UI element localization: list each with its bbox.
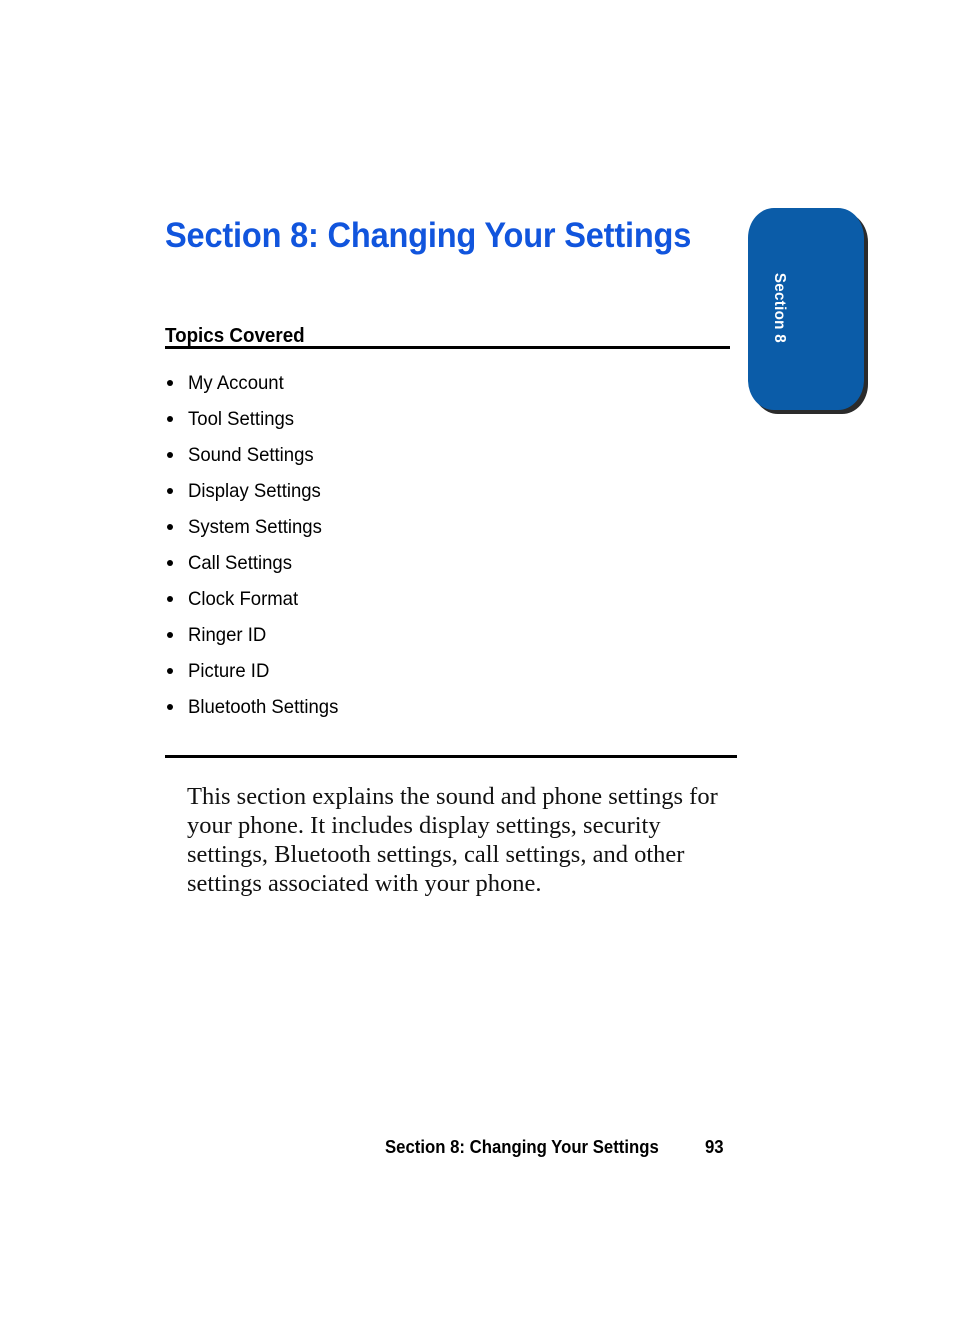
list-item: Display Settings bbox=[165, 478, 725, 514]
intro-paragraph: This section explains the sound and phon… bbox=[187, 783, 718, 897]
bullet-icon bbox=[167, 488, 173, 494]
list-item-label: Ringer ID bbox=[188, 624, 267, 646]
bullet-icon bbox=[167, 704, 173, 710]
list-item: Bluetooth Settings bbox=[165, 694, 725, 730]
topics-covered-list: My Account Tool Settings Sound Settings … bbox=[165, 370, 725, 730]
bullet-icon bbox=[167, 524, 173, 530]
list-item-label: Call Settings bbox=[188, 552, 292, 574]
list-item: System Settings bbox=[165, 514, 725, 550]
bullet-icon bbox=[167, 632, 173, 638]
list-item: Tool Settings bbox=[165, 406, 725, 442]
bullet-icon bbox=[167, 668, 173, 674]
list-item: Picture ID bbox=[165, 658, 725, 694]
list-item: Sound Settings bbox=[165, 442, 725, 478]
section-thumb-tab-label: Section 8 bbox=[771, 272, 788, 344]
list-item-label: My Account bbox=[188, 372, 284, 394]
bullet-icon bbox=[167, 416, 173, 422]
list-item-label: Sound Settings bbox=[188, 444, 314, 466]
page-footer: Section 8: Changing Your Settings 93 bbox=[385, 1134, 745, 1160]
list-item-label: System Settings bbox=[188, 516, 322, 538]
divider-top bbox=[165, 346, 730, 349]
list-item: Ringer ID bbox=[165, 622, 725, 658]
footer-section-title: Section 8: Changing Your Settings bbox=[385, 1137, 659, 1157]
list-item: Clock Format bbox=[165, 586, 725, 622]
bullet-icon bbox=[167, 560, 173, 566]
topics-covered-heading: Topics Covered bbox=[165, 324, 305, 347]
list-item-label: Tool Settings bbox=[188, 408, 295, 430]
list-item: Call Settings bbox=[165, 550, 725, 586]
list-item-label: Display Settings bbox=[188, 480, 321, 502]
bullet-icon bbox=[167, 596, 173, 602]
page-title: Section 8: Changing Your Settings bbox=[165, 216, 692, 256]
footer-page-number: 93 bbox=[705, 1137, 724, 1157]
section-thumb-tab-label-wrap: Section 8 bbox=[748, 208, 862, 408]
bullet-icon bbox=[167, 452, 173, 458]
list-item-label: Clock Format bbox=[188, 588, 299, 610]
bullet-icon bbox=[167, 380, 173, 386]
divider-bottom bbox=[165, 755, 737, 758]
list-item: My Account bbox=[165, 370, 725, 406]
document-page: Section 8: Changing Your Settings Sectio… bbox=[0, 0, 954, 1319]
list-item-label: Bluetooth Settings bbox=[188, 696, 339, 718]
list-item-label: Picture ID bbox=[188, 660, 270, 682]
section-thumb-tab: Section 8 bbox=[748, 208, 868, 414]
